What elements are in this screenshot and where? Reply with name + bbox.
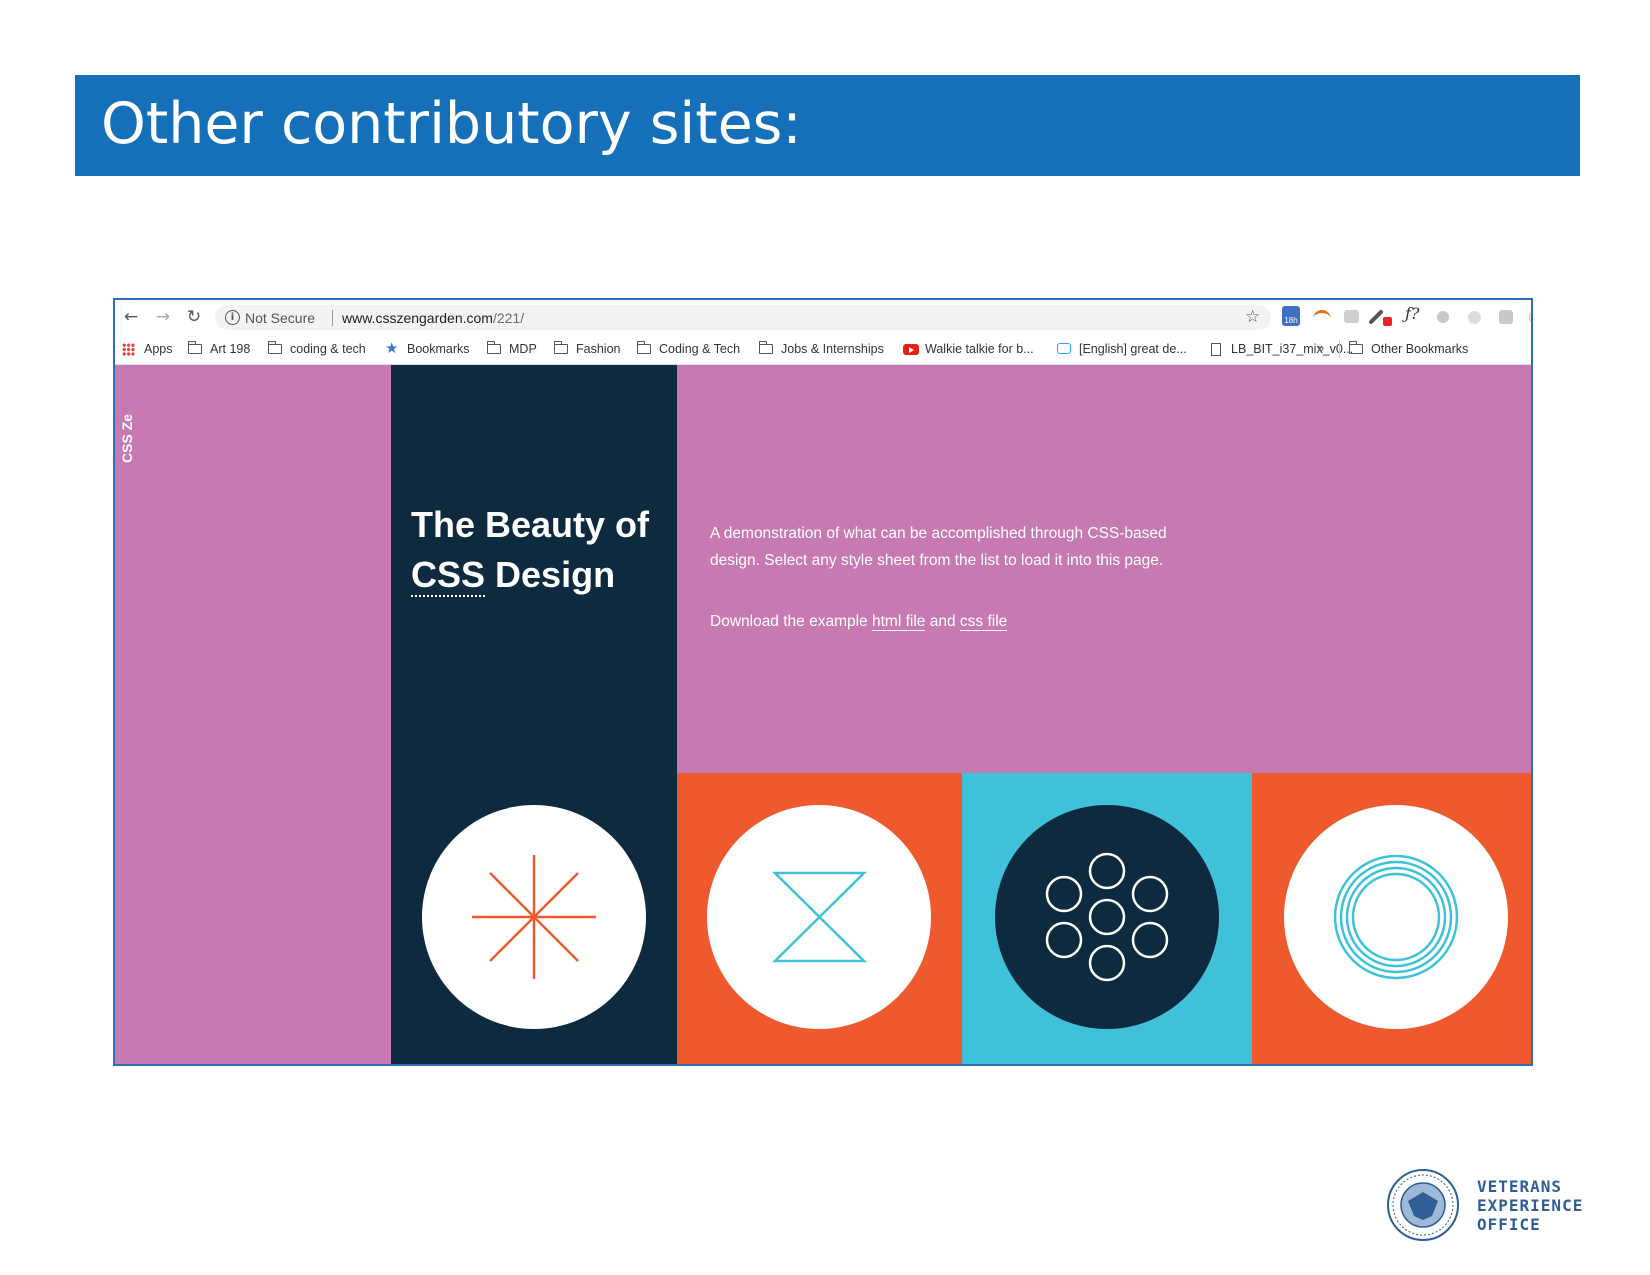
grey-extension-icon-4[interactable] <box>1529 310 1531 324</box>
hero-title: The Beauty of CSS Design <box>411 500 671 600</box>
tile-circle <box>422 805 646 1029</box>
folder-icon <box>187 341 202 354</box>
va-logo-text: VETERANS EXPERIENCE OFFICE <box>1477 1177 1583 1234</box>
folder-icon <box>636 341 651 354</box>
folder-icon <box>553 341 568 354</box>
bookmarks-divider <box>1339 340 1340 358</box>
intro-text: A demonstration of what can be accomplis… <box>710 525 1167 569</box>
folder-icon <box>267 341 282 354</box>
logo-line-3: OFFICE <box>1477 1215 1541 1234</box>
tile-circle <box>707 805 931 1029</box>
picker-badge-icon <box>1383 317 1392 326</box>
download-and: and <box>925 613 960 630</box>
font-extension-icon[interactable]: ƒ? <box>1405 304 1423 323</box>
tile-circle <box>995 805 1219 1029</box>
bookmark-label: Walkie talkie for b... <box>925 342 1034 356</box>
picker-extension-icon[interactable] <box>1368 309 1384 325</box>
tile-hourglass <box>677 773 962 1064</box>
bookmark-label: Bookmarks <box>407 342 470 356</box>
page-viewport: CSS Ze The Beauty of CSS Design A demonst… <box>115 365 1531 1064</box>
apps-icon <box>122 343 135 356</box>
css-file-link[interactable]: css file <box>959 613 1008 631</box>
asterisk-icon <box>472 855 596 979</box>
folder-icon <box>486 341 501 354</box>
hero-title-line1: The Beauty of <box>411 504 650 545</box>
tile-asterisk <box>391 773 677 1064</box>
tile-seven-circles <box>962 773 1252 1064</box>
hourglass-icon <box>771 871 868 963</box>
bookmark-label: coding & tech <box>290 342 366 356</box>
calendar-extension-icon[interactable]: 18h <box>1282 306 1300 326</box>
reload-icon[interactable]: ↻ <box>182 305 206 329</box>
concentric-rings-icon <box>1333 854 1459 980</box>
logo-line-1: VETERANS <box>1477 1177 1563 1196</box>
star-icon: ★ <box>385 340 399 357</box>
html-file-link[interactable]: html file <box>872 613 926 631</box>
folder-icon <box>1348 341 1363 354</box>
va-seal-icon <box>1386 1168 1460 1242</box>
bookmark-label: Other Bookmarks <box>1371 342 1469 356</box>
info-icon[interactable]: i <box>225 310 240 325</box>
screen-extension-icon[interactable] <box>1344 310 1359 323</box>
tile-circle <box>1284 805 1508 1029</box>
download-prefix: Download the example <box>710 613 872 630</box>
bookmarks-overflow-button[interactable]: » <box>1317 340 1324 355</box>
bookmark-label: Apps <box>144 342 173 356</box>
bookmark-label: MDP <box>509 342 537 356</box>
bookmarks-bar: Apps Art 198 coding & tech ★ Bookmarks M… <box>115 334 1531 365</box>
bookmark-label: Jobs & Internships <box>781 342 884 356</box>
url-separator <box>332 310 333 326</box>
bookmark-star-icon[interactable]: ☆ <box>1245 307 1260 327</box>
tile-concentric-rings <box>1252 773 1531 1064</box>
side-tab-label: CSS Ze <box>119 413 135 463</box>
grey-extension-icon-1[interactable] <box>1437 311 1449 323</box>
forward-icon[interactable]: → <box>151 305 175 329</box>
hero-title-line2: Design <box>485 554 616 595</box>
arc-extension-icon[interactable] <box>1313 310 1331 321</box>
grey-extension-icon-3[interactable] <box>1499 310 1513 324</box>
address-bar[interactable]: i Not Secure www.csszengarden.com/221/ ☆ <box>215 305 1271 330</box>
url-host: www.csszengarden.com <box>342 310 493 326</box>
document-icon <box>1211 343 1221 356</box>
bilibili-icon <box>1057 343 1071 354</box>
browser-window: ← → ↻ i Not Secure www.csszengarden.com/… <box>113 298 1533 1066</box>
css-abbreviation: CSS <box>411 554 486 597</box>
browser-toolbar: ← → ↻ i Not Secure www.csszengarden.com/… <box>115 300 1531 334</box>
grey-extension-icon-2[interactable] <box>1468 311 1481 324</box>
bookmark-label: LB_BIT_i37_mix_v0... <box>1231 342 1354 356</box>
bookmark-label: [English] great de... <box>1079 342 1187 356</box>
slide-title: Other contributory sites: <box>101 91 802 157</box>
url-text[interactable]: www.csszengarden.com/221/ <box>342 309 524 327</box>
folder-icon <box>758 341 773 354</box>
download-line: Download the example html file and css f… <box>710 608 1008 635</box>
back-icon[interactable]: ← <box>119 305 143 329</box>
seven-circles-icon <box>1045 852 1169 982</box>
bookmark-label: Art 198 <box>210 342 251 356</box>
url-path: /221/ <box>492 310 525 326</box>
security-label: Not Secure <box>245 310 316 326</box>
bookmark-label: Coding & Tech <box>659 342 741 356</box>
bookmark-label: Fashion <box>576 342 621 356</box>
youtube-icon <box>903 344 919 355</box>
extension-badge: 18h <box>1284 316 1298 325</box>
slide-header: Other contributory sites: <box>75 75 1580 176</box>
logo-line-2: EXPERIENCE <box>1477 1196 1584 1215</box>
side-tab[interactable]: CSS Ze <box>119 413 137 463</box>
